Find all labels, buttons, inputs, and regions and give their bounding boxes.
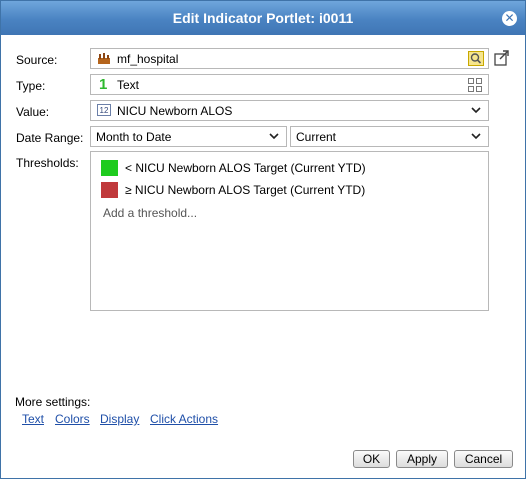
close-icon[interactable]: ✕ bbox=[502, 11, 517, 26]
date-range-label: Date Range: bbox=[16, 131, 84, 145]
threshold-color-swatch[interactable] bbox=[101, 182, 118, 198]
type-value: Text bbox=[117, 78, 140, 92]
thresholds-list: < NICU Newborn ALOS Target (Current YTD)… bbox=[90, 151, 489, 311]
metric-12-icon: 12 bbox=[97, 104, 111, 116]
threshold-label: < NICU Newborn ALOS Target (Current YTD) bbox=[125, 161, 366, 175]
date-range-period-value: Month to Date bbox=[96, 130, 172, 144]
apply-button[interactable]: Apply bbox=[396, 450, 448, 468]
date-range-offset-value: Current bbox=[296, 130, 337, 144]
threshold-item[interactable]: < NICU Newborn ALOS Target (Current YTD) bbox=[101, 160, 481, 178]
date-range-offset-select[interactable]: Current bbox=[290, 126, 489, 147]
threshold-item[interactable]: ≥ NICU Newborn ALOS Target (Current YTD) bbox=[101, 182, 481, 200]
chevron-down-icon bbox=[471, 107, 481, 114]
date-range-period-select[interactable]: Month to Date bbox=[90, 126, 287, 147]
chevron-down-icon bbox=[471, 133, 481, 140]
source-field[interactable]: mf_hospital bbox=[90, 48, 489, 69]
value-value: NICU Newborn ALOS bbox=[117, 104, 233, 118]
dialog-titlebar[interactable]: Edit Indicator Portlet: i0011 ✕ bbox=[1, 1, 525, 35]
colors-settings-link[interactable]: Colors bbox=[55, 412, 90, 426]
type-label: Type: bbox=[16, 79, 46, 93]
source-label: Source: bbox=[16, 53, 58, 67]
type-field[interactable]: 1 Text bbox=[90, 74, 489, 95]
number-one-icon: 1 bbox=[99, 76, 108, 93]
threshold-label: ≥ NICU Newborn ALOS Target (Current YTD) bbox=[125, 183, 366, 197]
search-icon[interactable] bbox=[468, 51, 484, 66]
click-actions-settings-link[interactable]: Click Actions bbox=[150, 412, 218, 426]
more-settings-label: More settings: bbox=[15, 395, 91, 409]
dialog-title: Edit Indicator Portlet: i0011 bbox=[172, 10, 354, 26]
value-select[interactable]: 12 NICU Newborn ALOS bbox=[90, 100, 489, 121]
database-icon bbox=[98, 53, 110, 64]
add-threshold-link[interactable]: Add a threshold... bbox=[103, 206, 197, 220]
text-settings-link[interactable]: Text bbox=[22, 412, 44, 426]
cancel-button[interactable]: Cancel bbox=[454, 450, 513, 468]
source-value: mf_hospital bbox=[117, 52, 179, 66]
grid-icon[interactable] bbox=[468, 78, 482, 92]
edit-indicator-dialog: Edit Indicator Portlet: i0011 ✕ Source: … bbox=[0, 0, 526, 479]
open-external-icon[interactable] bbox=[494, 50, 510, 66]
value-label: Value: bbox=[16, 105, 50, 119]
threshold-color-swatch[interactable] bbox=[101, 160, 118, 176]
display-settings-link[interactable]: Display bbox=[100, 412, 139, 426]
thresholds-label: Thresholds: bbox=[16, 156, 79, 170]
chevron-down-icon bbox=[269, 133, 279, 140]
ok-button[interactable]: OK bbox=[353, 450, 390, 468]
